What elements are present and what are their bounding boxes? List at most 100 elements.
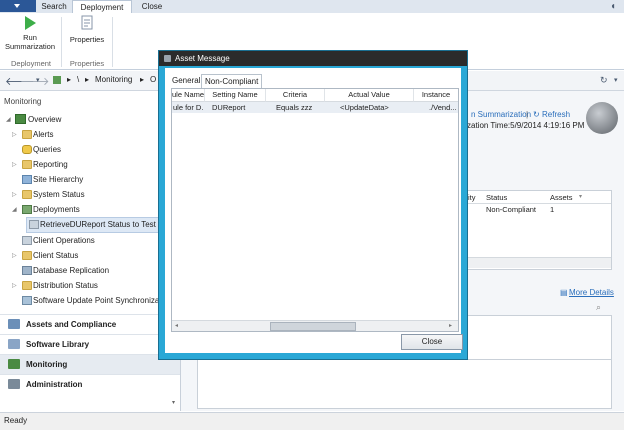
dialog-title-bar[interactable]: Asset Message [159, 51, 467, 66]
column-header-instance[interactable]: Instance [414, 89, 458, 102]
refresh-link[interactable]: Refresh [542, 110, 570, 119]
overview-icon [15, 114, 26, 124]
workspace-software-library[interactable]: Software Library [0, 334, 180, 354]
tab-deployment[interactable]: Deployment [72, 0, 132, 14]
nav-pane-header: Monitoring [4, 97, 42, 106]
table-row[interactable]: Non-Compliant 1 [467, 204, 611, 215]
ribbon-group-deployment: Deployment [10, 59, 52, 68]
properties-button[interactable]: Properties [64, 15, 110, 44]
nav-item-queries[interactable]: Queries [33, 145, 61, 154]
breadcrumb-separator: ▸ [85, 75, 90, 84]
cell-criteria: Equals zzz [276, 103, 313, 112]
chevron-down-icon[interactable]: ▾ [36, 76, 40, 84]
chevron-down-icon[interactable]: ▾ [614, 76, 618, 84]
ribbon-separator [112, 17, 113, 67]
sort-arrow-icon: ▾ [579, 194, 583, 200]
more-details-link[interactable]: More Details [569, 288, 614, 297]
help-icon[interactable]: ◖ [610, 1, 616, 12]
tab-non-compliant[interactable]: Non-Compliant [201, 74, 263, 89]
play-icon [25, 16, 36, 30]
deployment-item-icon [29, 220, 39, 229]
nav-item-database-replication[interactable]: Database Replication [33, 266, 109, 275]
refresh-icon[interactable]: ↻ [600, 75, 608, 86]
horizontal-scrollbar[interactable] [467, 257, 611, 268]
assets-icon [8, 319, 20, 329]
properties-label: Properties [69, 35, 105, 44]
cell-assets: 1 [550, 205, 555, 214]
status-chart-icon [586, 102, 618, 134]
nav-item-deployments[interactable]: Deployments [33, 205, 80, 214]
column-header-severity[interactable]: ity [468, 193, 476, 202]
breadcrumb-separator: ▸ [140, 75, 145, 84]
breadcrumb-root[interactable]: \ [77, 75, 79, 84]
folder-icon [22, 281, 32, 290]
deployment-status-grid: ity Status Assets ▾ Non-Compliant 1 [466, 190, 612, 270]
nav-item-reporting[interactable]: Reporting [33, 160, 68, 169]
workspace-label: Assets and Compliance [26, 320, 117, 329]
scroll-right-arrow-icon[interactable]: ▸ [449, 322, 452, 329]
administration-icon [8, 379, 20, 389]
breadcrumb-overflow[interactable]: O [150, 75, 156, 84]
monitoring-icon [53, 76, 61, 84]
column-header-assets[interactable]: Assets [550, 193, 573, 202]
ribbon-separator [61, 17, 62, 67]
workspace-label: Administration [26, 380, 83, 389]
cell-instance: ./Vend... [429, 103, 457, 112]
tab-search[interactable]: Search [38, 0, 70, 13]
nav-item-overview[interactable]: Overview [28, 115, 61, 124]
navigation-pane: Monitoring ◢ Overview ▷ Alerts Queries ▷… [0, 91, 182, 411]
chevron-down-icon [14, 4, 20, 8]
breadcrumb-monitoring[interactable]: Monitoring [95, 75, 132, 84]
workspace-administration[interactable]: Administration [0, 374, 180, 394]
collapse-arrow-icon[interactable]: ◢ [12, 206, 17, 213]
deployments-icon [22, 205, 32, 214]
nav-item-site-hierarchy[interactable]: Site Hierarchy [33, 175, 83, 184]
app-icon [164, 55, 171, 62]
software-library-icon [8, 339, 20, 349]
workspace-label: Monitoring [26, 360, 68, 369]
summarization-time: zation Time:5/9/2014 4:19:16 PM [467, 121, 585, 130]
dialog-body: General Non-Compliant ule Name Setting N… [165, 68, 463, 353]
chevron-down-icon[interactable]: ▾ [172, 399, 175, 406]
scrollbar-thumb[interactable] [270, 322, 356, 331]
forward-arrow-icon[interactable]: 🡒 [20, 74, 50, 88]
link-separator: | [526, 110, 529, 119]
column-header-setting-name[interactable]: Setting Name [205, 89, 266, 102]
monitoring-icon [8, 359, 20, 369]
nav-item-system-status[interactable]: System Status [33, 190, 85, 199]
search-icon[interactable]: ⌕ [596, 302, 601, 313]
refresh-icon[interactable]: ↻ [533, 110, 540, 119]
column-header-status[interactable]: Status [486, 193, 507, 202]
run-summarization-button[interactable]: Run Summarization [2, 15, 58, 51]
column-header-criteria[interactable]: Criteria [266, 89, 325, 102]
workspace-assets-and-compliance[interactable]: Assets and Compliance [0, 314, 180, 334]
nav-item-alerts[interactable]: Alerts [33, 130, 53, 139]
status-text: Ready [4, 416, 28, 425]
workspace-monitoring[interactable]: Monitoring [0, 354, 180, 374]
expand-arrow-icon[interactable]: ▷ [12, 282, 17, 289]
expand-arrow-icon[interactable]: ▷ [12, 161, 17, 168]
ribbon-tab-bar: Search Deployment Close ◖ [0, 0, 624, 14]
properties-icon [81, 15, 93, 30]
horizontal-scrollbar[interactable]: ◂ ▸ [172, 320, 458, 331]
summarization-link[interactable]: n Summarization [471, 110, 531, 119]
tab-general[interactable]: General [169, 74, 203, 87]
workspace-label: Software Library [26, 340, 90, 349]
column-header-actual-value[interactable]: Actual Value [325, 89, 414, 102]
nav-item-sup-sync[interactable]: Software Update Point Synchronization [33, 296, 178, 305]
expand-arrow-icon[interactable]: ▷ [12, 191, 17, 198]
expand-arrow-icon[interactable]: ▷ [12, 252, 17, 259]
more-details-icon: ▤ [560, 288, 568, 297]
nav-item-client-status[interactable]: Client Status [33, 251, 78, 260]
collapse-arrow-icon[interactable]: ◢ [6, 116, 11, 123]
expand-arrow-icon[interactable]: ▷ [12, 131, 17, 138]
folder-icon [22, 160, 32, 169]
client-operations-icon [22, 236, 32, 245]
tab-close[interactable]: Close [134, 0, 170, 13]
column-header-rule-name[interactable]: ule Name [172, 89, 205, 102]
close-button[interactable]: Close [401, 334, 463, 350]
scroll-left-arrow-icon[interactable]: ◂ [175, 322, 178, 329]
nav-item-distribution-status[interactable]: Distribution Status [33, 281, 98, 290]
file-menu-button[interactable] [0, 0, 36, 12]
nav-item-client-operations[interactable]: Client Operations [33, 236, 95, 245]
